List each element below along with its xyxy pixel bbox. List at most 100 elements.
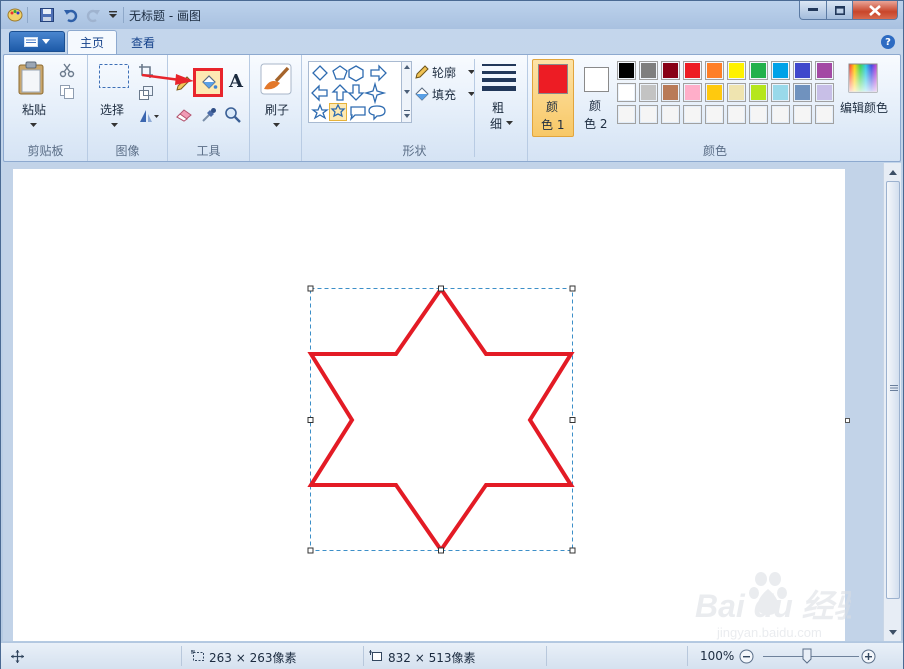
minimize-button[interactable] [799,1,827,20]
palette-swatch[interactable] [727,83,746,102]
resize-icon[interactable] [138,85,154,101]
palette-swatch[interactable] [727,61,746,80]
canvas-size: 832 × 513像素 [388,651,476,665]
palette-swatch[interactable] [683,105,702,124]
palette-swatch[interactable] [617,83,636,102]
palette-swatch[interactable] [661,61,680,80]
tab-view[interactable]: 查看 [119,30,167,54]
palette-swatch[interactable] [815,105,834,124]
copy-icon[interactable] [59,84,75,100]
resize-handle[interactable] [307,547,314,554]
help-icon[interactable]: ? [881,35,895,49]
close-icon [869,4,881,16]
shapes-gallery-scroll[interactable] [402,61,412,123]
palette-swatch[interactable] [639,61,658,80]
palette-swatch[interactable] [705,61,724,80]
maximize-button[interactable] [826,1,853,20]
paint-app-icon[interactable] [5,5,25,25]
palette-swatch[interactable] [617,105,636,124]
palette-swatch[interactable] [749,83,768,102]
ribbon-tabs: 主页 查看 ? [1,29,903,54]
size-button[interactable]: 粗 细 [478,61,522,131]
palette-swatch[interactable] [793,105,812,124]
edit-colors-button[interactable]: 编辑颜色 [838,61,894,131]
resize-handle[interactable] [438,547,444,554]
eraser-icon[interactable] [175,107,193,123]
text-tool-icon[interactable]: A [226,72,246,92]
chevron-down-icon [42,39,50,44]
palette-swatch-color [707,85,722,100]
scroll-thumb[interactable] [886,181,900,599]
chevron-down-icon [273,123,280,127]
palette-swatch-color [795,107,810,122]
paste-button[interactable]: 粘贴 [12,61,50,131]
resize-handle[interactable] [569,417,576,423]
scroll-down-icon[interactable] [886,625,900,639]
palette-swatch[interactable] [617,61,636,80]
close-button[interactable] [852,1,898,20]
palette-swatch-color [795,85,810,100]
palette-swatch[interactable] [705,83,724,102]
six-point-star-shape[interactable] [307,285,575,554]
palette-swatch[interactable] [683,61,702,80]
save-icon[interactable] [37,5,57,25]
select-button[interactable]: 选择 [94,63,134,133]
color1-button[interactable]: 颜 色 1 [532,59,574,137]
shapes-gallery-icons[interactable] [309,62,403,124]
palette-swatch[interactable] [749,105,768,124]
baidu-watermark: Bai du 经验 jingyan.baidu.com [691,569,871,641]
resize-handle[interactable] [307,417,314,423]
file-menu-button[interactable] [9,31,65,52]
fill-bucket-icon [415,87,429,101]
palette-swatch[interactable] [771,105,790,124]
palette-swatch-color [619,85,634,100]
palette-swatch[interactable] [771,61,790,80]
palette-swatch[interactable] [705,105,724,124]
palette-swatch[interactable] [771,83,790,102]
cut-icon[interactable] [59,62,75,78]
palette-swatch[interactable] [793,83,812,102]
redo-icon[interactable] [83,5,103,25]
brushes-button[interactable]: 刷子 [256,61,296,131]
palette-swatch[interactable] [793,61,812,80]
palette-swatch-color [817,107,832,122]
watermark-brand: Bai du 经验 [695,588,851,624]
zoom-in-icon[interactable] [861,649,876,664]
zoom-out-icon[interactable] [739,649,754,664]
color2-button[interactable]: 颜 色 2 [578,59,618,137]
resize-handle[interactable] [307,285,314,292]
resize-handle[interactable] [569,547,576,554]
quick-access-dropdown-icon[interactable] [103,5,123,25]
palette-swatch[interactable] [727,105,746,124]
palette-swatch[interactable] [639,105,658,124]
palette-swatch[interactable] [661,83,680,102]
color-picker-icon[interactable] [200,106,218,124]
outline-pencil-icon [415,65,429,79]
select-icon [99,64,129,88]
fill-tool-button[interactable] [193,68,223,97]
line-width-icon [482,64,516,91]
canvas-resize-handle[interactable] [845,418,850,423]
vertical-scrollbar[interactable] [883,163,901,641]
zoom-slider-thumb[interactable] [802,648,812,664]
magnifier-icon[interactable] [224,106,242,124]
palette-swatch[interactable] [661,105,680,124]
scroll-up-icon[interactable] [886,165,900,179]
status-separator [181,646,182,666]
tab-home[interactable]: 主页 [67,30,118,54]
undo-icon[interactable] [61,5,81,25]
resize-handle[interactable] [438,285,444,292]
palette-swatch[interactable] [749,61,768,80]
palette-swatch-color [817,63,832,78]
palette-swatch[interactable] [815,61,834,80]
palette-swatch[interactable] [683,83,702,102]
palette-swatch[interactable] [815,83,834,102]
palette-swatch[interactable] [639,83,658,102]
palette-swatch-color [707,63,722,78]
maximize-icon [834,5,845,15]
palette-swatch-color [773,107,788,122]
resize-handle[interactable] [569,285,576,292]
rotate-icon[interactable] [138,108,160,124]
clipboard-group: 粘贴 剪贴板 [4,55,88,161]
grip-icon [890,385,898,391]
